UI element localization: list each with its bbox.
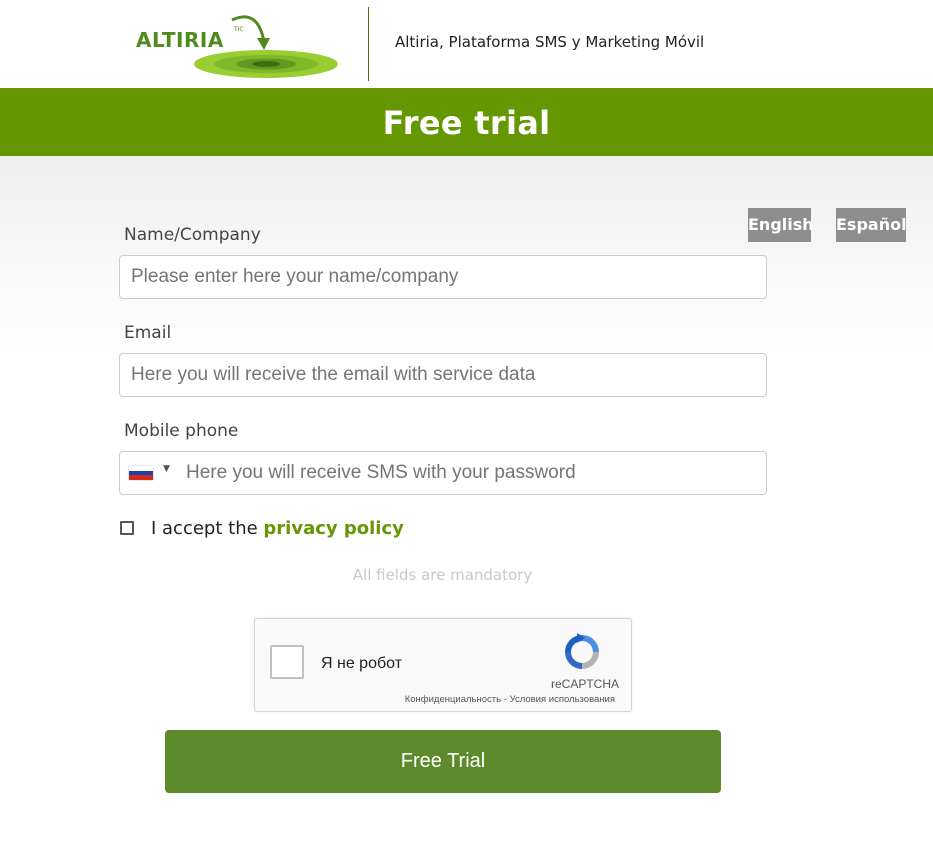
russia-flag-icon[interactable] [129,466,153,481]
recaptcha-label: Я не робот [321,655,403,672]
recaptcha-links: Конфиденциальность - Условия использован… [405,694,615,705]
recaptcha-checkbox[interactable] [270,645,304,679]
altiria-logo[interactable]: ALTIRIA TIC [130,8,345,82]
email-input[interactable] [119,353,767,397]
mandatory-note: All fields are mandatory [352,566,533,584]
privacy-policy-link[interactable]: privacy policy [263,518,403,539]
recaptcha-link-separator: - [501,694,510,705]
recaptcha-logo-icon [565,633,599,669]
mobile-phone-label: Mobile phone [124,421,239,441]
logo-trademark: TIC [234,26,244,33]
language-english-button[interactable]: English [748,208,814,242]
privacy-accept-text: I accept the privacy policy [151,518,404,539]
name-company-input[interactable] [119,255,767,299]
header: ALTIRIA TIC Altiria, Plataforma SMS y Ma… [0,0,933,88]
name-label: Name/Company [124,225,261,245]
header-divider [368,7,369,81]
recaptcha-privacy-link[interactable]: Конфиденциальность [405,694,501,705]
country-dropdown-arrow-icon[interactable]: ▼ [163,464,170,474]
mobile-phone-input[interactable] [119,451,767,495]
logo-text: ALTIRIA [136,28,224,52]
privacy-checkbox[interactable] [120,521,134,535]
recaptcha-widget: Я не робот reCAPTCHA Конфиденциальность … [254,618,632,712]
free-trial-submit-button[interactable]: Free Trial [165,730,721,793]
phone-field: ▼ [119,451,767,495]
recaptcha-terms-link[interactable]: Условия использования [510,694,615,705]
title-banner: Free trial [0,88,933,156]
privacy-accept-prefix: I accept the [151,518,264,539]
page-title: Free trial [382,104,551,142]
email-label: Email [124,323,172,343]
recaptcha-brand: reCAPTCHA [550,677,619,691]
language-spanish-button[interactable]: Español [836,208,907,242]
header-tagline: Altiria, Plataforma SMS y Marketing Móvi… [395,33,705,51]
